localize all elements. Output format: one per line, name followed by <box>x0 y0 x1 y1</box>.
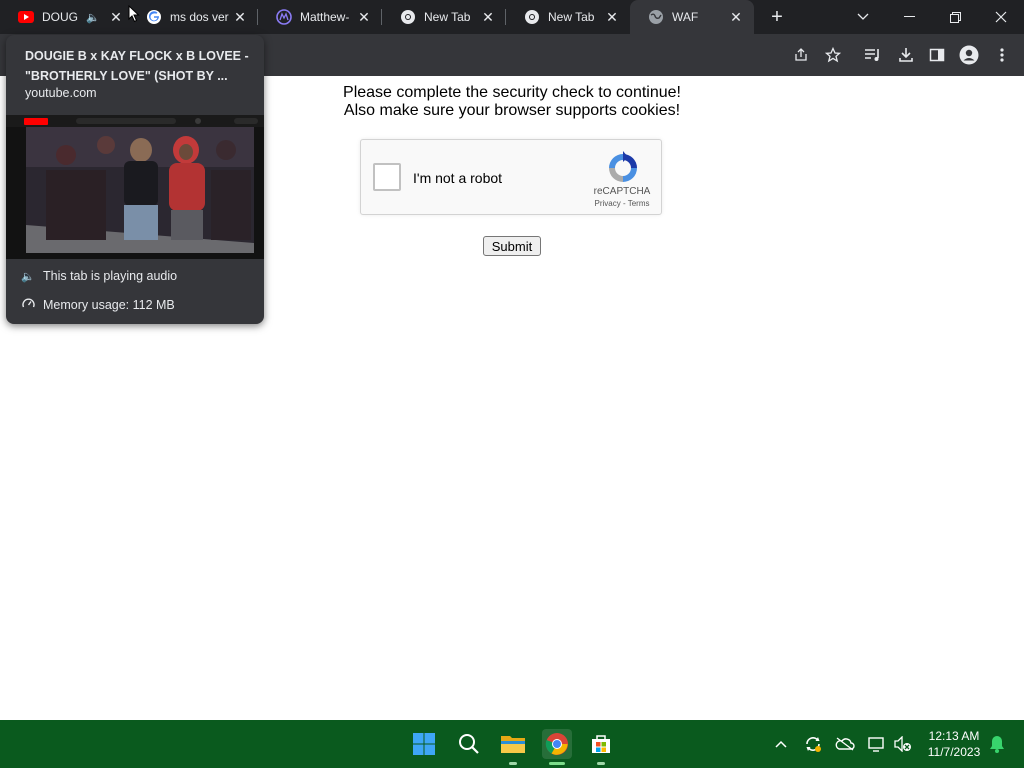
recaptcha-logo-icon <box>605 150 641 186</box>
hover-card-memory: Memory usage: 112 MB <box>20 297 175 313</box>
speaker-icon: 🔈 <box>21 270 35 283</box>
restore-button[interactable] <box>932 0 978 34</box>
chrome-icon <box>400 9 416 25</box>
audio-status-text: This tab is playing audio <box>43 269 178 283</box>
hover-card-title: DOUGIE B x KAY FLOCK x B LOVEE - "BROTHE… <box>25 49 249 83</box>
close-tab-icon[interactable]: ✕ <box>108 9 124 25</box>
onedrive-icon[interactable] <box>835 734 855 754</box>
submit-button[interactable]: Submit <box>483 236 541 256</box>
minimize-button[interactable] <box>886 0 932 34</box>
youtube-icon <box>18 9 34 25</box>
profile-avatar-icon[interactable] <box>958 44 980 66</box>
show-hidden-icons-chevron-icon[interactable] <box>771 734 791 754</box>
recaptcha-brand: reCAPTCHA <box>593 186 651 197</box>
store-button[interactable] <box>586 729 616 765</box>
close-tab-icon[interactable]: ✕ <box>232 9 248 25</box>
tab-title: DOUG <box>42 10 78 24</box>
chrome-icon <box>524 9 540 25</box>
recaptcha-widget: I'm not a robot reCAPTCHA Privacy - Term… <box>360 139 662 215</box>
share-icon[interactable] <box>790 44 812 66</box>
tab-youtube[interactable]: DOUG 🔈 ✕ <box>0 0 134 34</box>
close-tab-icon[interactable]: ✕ <box>480 9 496 25</box>
video-thumbnail <box>6 115 264 259</box>
hover-card-domain: youtube.com <box>25 86 97 100</box>
clock-date: 11/7/2023 <box>927 745 981 759</box>
folder-icon <box>501 736 525 753</box>
app-icon <box>276 9 292 25</box>
tab-title: New Tab <box>548 10 595 24</box>
notification-bell-icon[interactable] <box>987 734 1007 754</box>
new-tab-button[interactable]: + <box>766 6 788 28</box>
recaptcha-checkbox[interactable] <box>373 163 401 191</box>
media-control-icon[interactable] <box>862 44 884 66</box>
tab-hover-card: DOUGIE B x KAY FLOCK x B LOVEE - "BROTHE… <box>6 35 264 324</box>
search-icon <box>459 734 479 754</box>
side-panel-icon[interactable] <box>926 44 948 66</box>
chrome-taskbar-button[interactable] <box>542 729 572 765</box>
tab-new-tab-2[interactable]: New Tab ✕ <box>506 0 630 34</box>
memory-usage-text: Memory usage: 112 MB <box>43 298 175 312</box>
globe-icon <box>648 9 664 25</box>
menu-dots-icon[interactable] <box>991 44 1013 66</box>
tab-strip: DOUG 🔈 ✕ ms dos ver ✕ Matthew- ✕ New Tab… <box>0 0 1024 34</box>
mouse-cursor-icon <box>128 4 140 23</box>
close-tab-icon[interactable]: ✕ <box>356 9 372 25</box>
tab-title: WAF <box>672 10 699 24</box>
google-icon <box>146 9 162 25</box>
recaptcha-privacy-terms-link[interactable]: Privacy - Terms <box>583 199 661 208</box>
active-indicator <box>549 762 565 765</box>
tab-google[interactable]: ms dos ver ✕ <box>128 0 258 34</box>
bookmark-star-icon[interactable] <box>822 44 844 66</box>
sync-icon[interactable] <box>803 734 823 754</box>
clock-time: 12:13 AM <box>928 729 980 743</box>
close-window-button[interactable] <box>978 0 1024 34</box>
store-icon <box>592 735 610 753</box>
chrome-icon <box>545 733 568 755</box>
file-explorer-button[interactable] <box>498 729 528 765</box>
recaptcha-label: I'm not a robot <box>413 170 503 186</box>
start-button[interactable] <box>409 729 439 759</box>
thumbnail-image <box>6 115 264 259</box>
tab-title: New Tab <box>424 10 471 24</box>
hover-card-audio-status: 🔈 This tab is playing audio <box>20 269 177 283</box>
volume-muted-icon[interactable] <box>893 734 913 754</box>
tab-matthew[interactable]: Matthew- ✕ <box>258 0 382 34</box>
search-button[interactable] <box>454 729 484 759</box>
speaker-icon[interactable]: 🔈 <box>86 11 100 24</box>
system-clock[interactable]: 12:13 AM 11/7/2023 <box>918 728 990 760</box>
running-indicator <box>597 762 605 765</box>
download-icon[interactable] <box>895 44 917 66</box>
network-icon[interactable] <box>867 734 887 754</box>
tab-search-icon[interactable] <box>840 0 886 34</box>
close-tab-icon[interactable]: ✕ <box>728 9 744 25</box>
gauge-icon <box>20 297 36 313</box>
tab-title: Matthew- <box>300 10 350 24</box>
windows-taskbar: 12:13 AM 11/7/2023 <box>0 720 1024 768</box>
tab-waf[interactable]: WAF ✕ <box>630 0 754 34</box>
close-tab-icon[interactable]: ✕ <box>604 9 620 25</box>
running-indicator <box>509 762 517 765</box>
tab-new-tab-1[interactable]: New Tab ✕ <box>382 0 506 34</box>
tab-title: ms dos ver <box>170 10 229 24</box>
windows-logo-icon <box>413 733 435 755</box>
